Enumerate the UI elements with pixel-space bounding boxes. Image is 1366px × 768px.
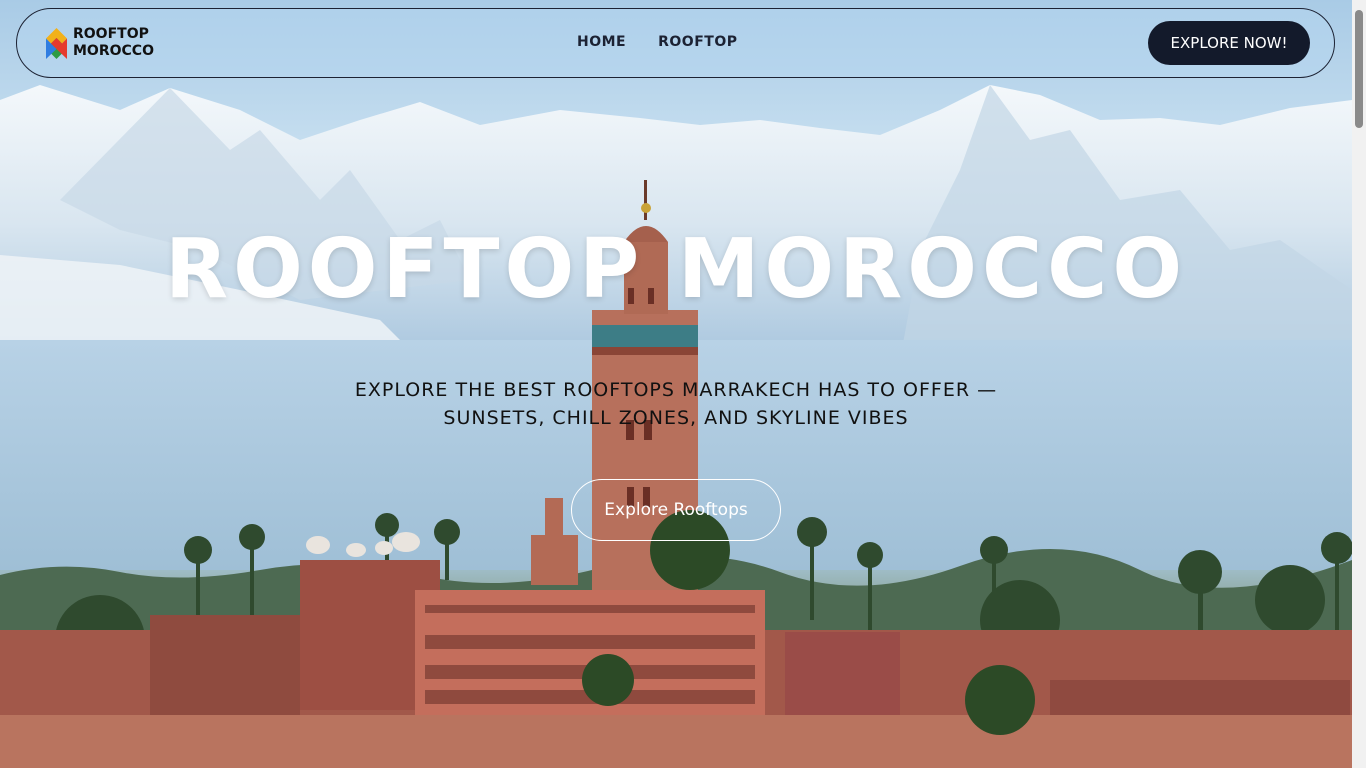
nav-link-rooftop[interactable]: ROOFTOP (658, 34, 737, 50)
scrollbar-thumb[interactable] (1355, 10, 1363, 128)
explore-rooftops-button[interactable]: Explore Rooftops (571, 479, 781, 541)
hero-subtitle-line-2: SUNSETS, CHILL ZONES, AND SKYLINE VIBES (443, 407, 909, 429)
nav-link-home[interactable]: HOME (577, 34, 626, 50)
navbar: ROOFTOP MOROCCO HOME ROOFTOP EXPLORE NOW… (16, 8, 1335, 78)
brand-name: ROOFTOP MOROCCO (73, 26, 154, 60)
nav-links: HOME ROOFTOP (577, 34, 737, 50)
moroccan-star-logo-icon (46, 27, 67, 59)
brand-line-1: ROOFTOP (73, 26, 149, 42)
hero-title: ROOFTOP MOROCCO (164, 222, 1188, 317)
brand-logo[interactable]: ROOFTOP MOROCCO (45, 26, 154, 60)
explore-now-button[interactable]: EXPLORE NOW! (1148, 21, 1310, 65)
scrollbar[interactable] (1352, 0, 1366, 768)
hero-subtitle-line-1: EXPLORE THE BEST ROOFTOPS MARRAKECH HAS … (354, 379, 998, 401)
brand-line-2: MOROCCO (73, 43, 154, 59)
hero-subtitle: EXPLORE THE BEST ROOFTOPS MARRAKECH HAS … (330, 376, 1022, 432)
